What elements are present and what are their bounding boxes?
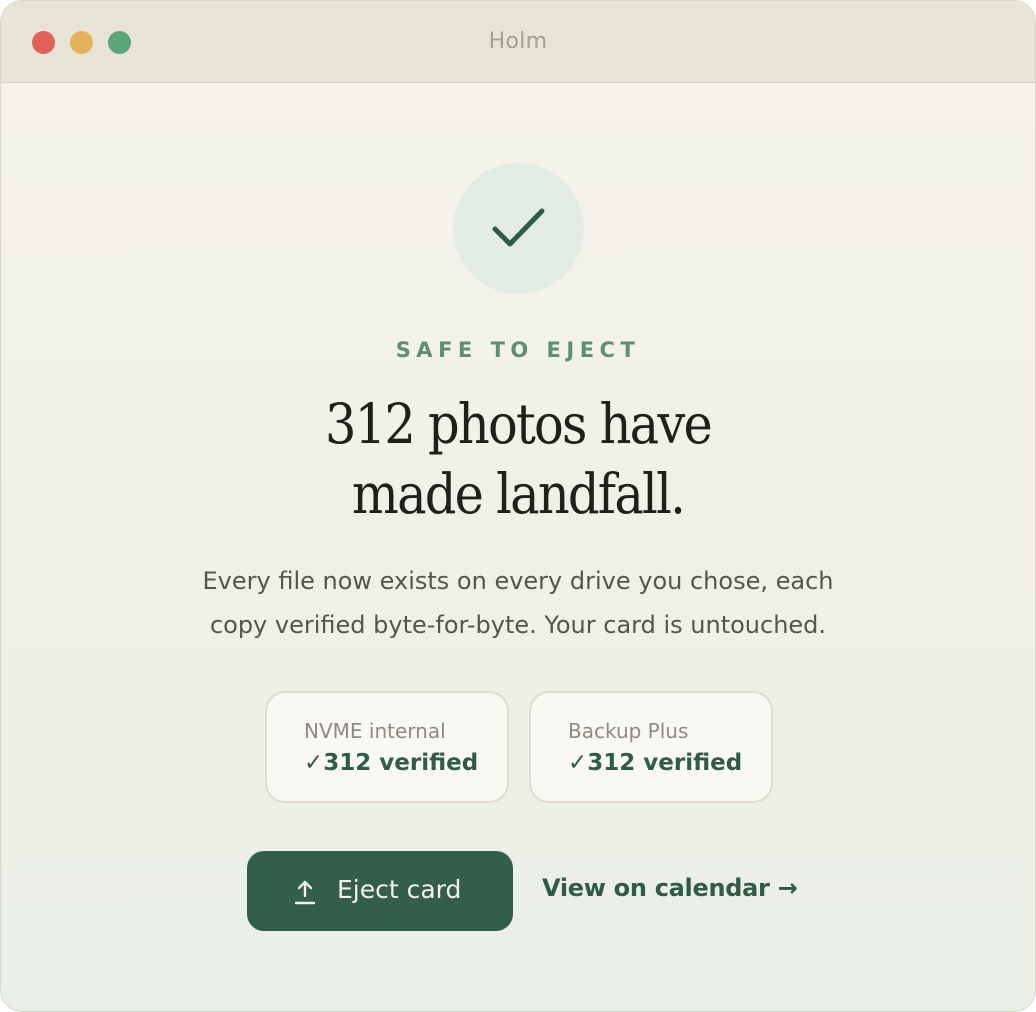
drive-verified-count: ✓312 verified bbox=[304, 750, 479, 776]
drive-card-nvme: NVME internal ✓312 verified bbox=[265, 691, 509, 803]
page-title: 312 photos have made landfall. bbox=[53, 389, 984, 529]
description-line-1: Every file now exists on every drive you… bbox=[202, 567, 834, 595]
title-line-2: made landfall. bbox=[351, 462, 686, 526]
checkmark-icon bbox=[492, 208, 545, 247]
status-description: Every file now exists on every drive you… bbox=[1, 559, 1035, 647]
drive-card-backup: Backup Plus ✓312 verified bbox=[529, 691, 773, 803]
drive-verified-count: ✓312 verified bbox=[568, 750, 743, 776]
title-bar: Holm bbox=[1, 1, 1035, 83]
view-on-calendar-link[interactable]: View on calendar → bbox=[542, 874, 798, 902]
drive-name: NVME internal bbox=[304, 719, 446, 743]
eject-card-label: Eject card bbox=[337, 875, 462, 904]
drive-name: Backup Plus bbox=[568, 719, 689, 743]
description-line-2: copy verified byte-for-byte. Your card i… bbox=[209, 611, 827, 639]
status-kicker: SAFE TO EJECT bbox=[395, 338, 641, 362]
upload-arrow-icon bbox=[295, 880, 315, 905]
eject-card-button[interactable]: Eject card bbox=[247, 851, 513, 931]
app-window: Holm SAFE TO EJECT 312 photos have made … bbox=[0, 0, 1036, 1012]
success-badge bbox=[453, 163, 584, 294]
title-line-1: 312 photos have bbox=[324, 392, 713, 456]
window-title: Holm bbox=[488, 29, 548, 54]
